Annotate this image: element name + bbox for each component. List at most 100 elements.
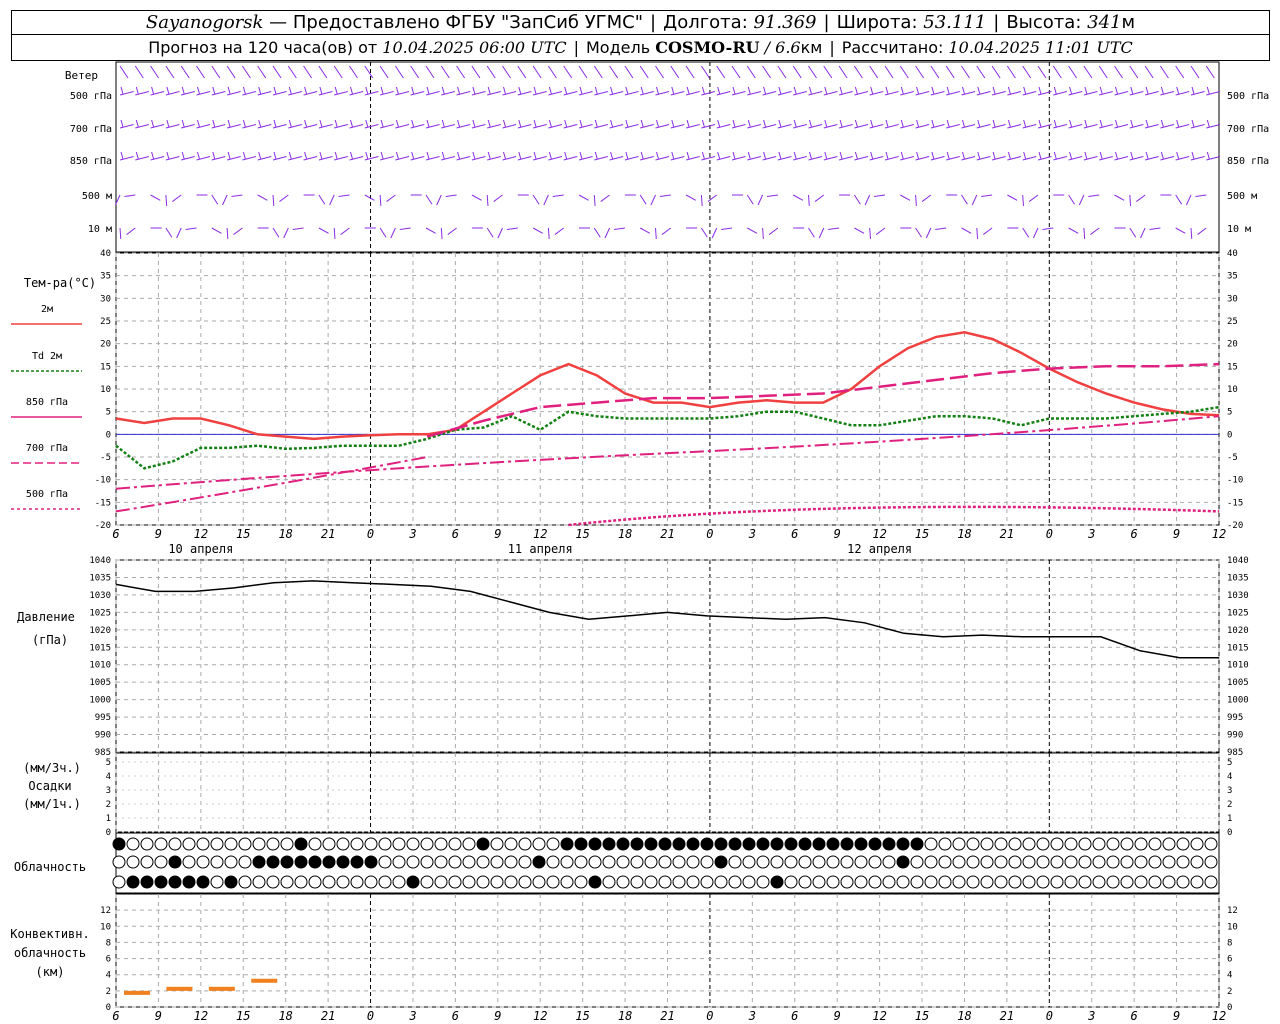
- wind-barb: [808, 227, 815, 238]
- cloud-symbol: [434, 875, 448, 889]
- pressure-tick-right: 1030: [1227, 591, 1249, 601]
- cloud-symbol: [938, 837, 952, 851]
- hour-label-bottom: 12: [872, 1009, 886, 1023]
- cloud-symbol: [1106, 875, 1120, 889]
- wind-barb: [711, 227, 718, 239]
- wind-barb: [1042, 227, 1054, 231]
- cloud-symbol: [798, 855, 812, 869]
- temp-tick-right: 40: [1227, 249, 1238, 259]
- cloud-symbol: [434, 855, 448, 869]
- wind-barb: [390, 227, 396, 239]
- wind-barb: [445, 194, 457, 198]
- wind-barb: [874, 194, 886, 198]
- wind-barb: [639, 65, 649, 79]
- cloud-symbol: [1134, 855, 1148, 869]
- cloud-symbol: [1092, 875, 1106, 889]
- wind-barb: [1129, 194, 1132, 207]
- wind-barb-feather: [227, 151, 231, 160]
- wind-barb-feather: [181, 151, 185, 160]
- wind-barb-feather: [1007, 151, 1011, 160]
- pressure-tick-right: 1035: [1227, 573, 1249, 583]
- temp-tick-right: 0: [1227, 430, 1232, 440]
- wind-barb-feather: [120, 119, 124, 128]
- wind-barb-feather: [671, 151, 675, 160]
- wind-barb-feather: [839, 86, 843, 95]
- wind-barb: [272, 194, 275, 207]
- pressure-tick-right: 1010: [1227, 661, 1249, 671]
- wind-barb-feather: [1206, 151, 1210, 160]
- wind-barb-feather: [441, 119, 445, 128]
- wind-barb: [921, 194, 932, 202]
- cloud-symbol: [784, 855, 798, 869]
- conv-bar: [208, 986, 235, 991]
- wind-barb: [471, 65, 481, 79]
- cloud-symbol: [1092, 837, 1106, 851]
- wind-barb-feather: [793, 151, 797, 160]
- wind-barb-feather: [518, 119, 522, 128]
- conv-tick-left: 12: [100, 906, 111, 916]
- cloud-symbol: [616, 875, 630, 889]
- cloud-symbol: [420, 837, 434, 851]
- cloud-symbol: [910, 875, 924, 889]
- wind-barb: [639, 194, 647, 205]
- cloud-symbol: [980, 855, 994, 869]
- wind-barb: [486, 194, 489, 207]
- wind-barb-feather: [533, 151, 537, 160]
- cloud-symbol: [1162, 855, 1176, 869]
- wind-barb-feather: [197, 151, 200, 160]
- wind-barb-feather: [564, 151, 568, 160]
- wind-barb: [900, 194, 911, 201]
- cloud-symbol: [476, 875, 490, 889]
- cloud-symbol: [630, 855, 644, 869]
- pressure-tick-right: 1005: [1227, 678, 1249, 688]
- wind-barb: [808, 194, 810, 207]
- temp-tick-left: 30: [100, 294, 111, 304]
- wind-barb: [1175, 227, 1186, 234]
- cloud-symbol: [182, 875, 196, 889]
- cloud-symbol: [126, 855, 140, 869]
- wind-barb: [1149, 227, 1161, 231]
- cloud-symbol: [742, 855, 756, 869]
- wind-barb-feather: [334, 86, 338, 95]
- wind-barb: [1068, 194, 1075, 205]
- wind-barb: [925, 227, 932, 239]
- precip-tick-left: 3: [106, 786, 111, 796]
- wind-barb-feather: [1176, 119, 1180, 128]
- wind-barb-feather: [1206, 119, 1210, 128]
- hour-label: 15: [915, 527, 929, 541]
- wind-barb-feather: [671, 86, 675, 95]
- wind-barb-feather: [1115, 151, 1118, 160]
- pressure-tick-right: 1040: [1227, 556, 1249, 566]
- legend-label: 500 гПа: [26, 489, 68, 500]
- wind-barb-feather: [380, 119, 384, 128]
- wind-barb: [808, 65, 817, 79]
- wind-barb-feather: [472, 151, 476, 160]
- hour-label-bottom: 21: [660, 1009, 674, 1023]
- hour-label-bottom: 12: [533, 1009, 547, 1023]
- wind-barb-feather: [273, 151, 277, 160]
- wind-barb-feather: [778, 151, 782, 160]
- cloud-symbol: [126, 837, 140, 851]
- cloud-symbol: [1036, 875, 1050, 889]
- wind-barb-feather: [870, 151, 874, 160]
- date-label: 10 апреля: [168, 542, 233, 556]
- cloud-symbol: [532, 855, 546, 869]
- conv-bar: [251, 978, 278, 983]
- cloud-symbol: [588, 855, 602, 869]
- wind-barb: [604, 227, 611, 239]
- wind-barb-feather: [457, 86, 461, 95]
- cloud-symbol: [868, 837, 882, 851]
- wind-barb-feather: [212, 86, 216, 95]
- wind-barb: [1028, 194, 1039, 202]
- wind-barb-feather: [503, 119, 506, 128]
- wind-barb-feather: [900, 151, 904, 160]
- wind-barb: [655, 65, 664, 79]
- wind-barb: [823, 65, 833, 79]
- wind-barb-feather: [1145, 119, 1149, 128]
- wind-barb: [272, 227, 280, 238]
- wind-barb-feather: [258, 86, 262, 95]
- cloud-symbol: [364, 855, 378, 869]
- cloud-symbol: [182, 837, 196, 851]
- wind-barb: [447, 227, 457, 235]
- wind-level-label-left: 500 гПа: [70, 91, 112, 102]
